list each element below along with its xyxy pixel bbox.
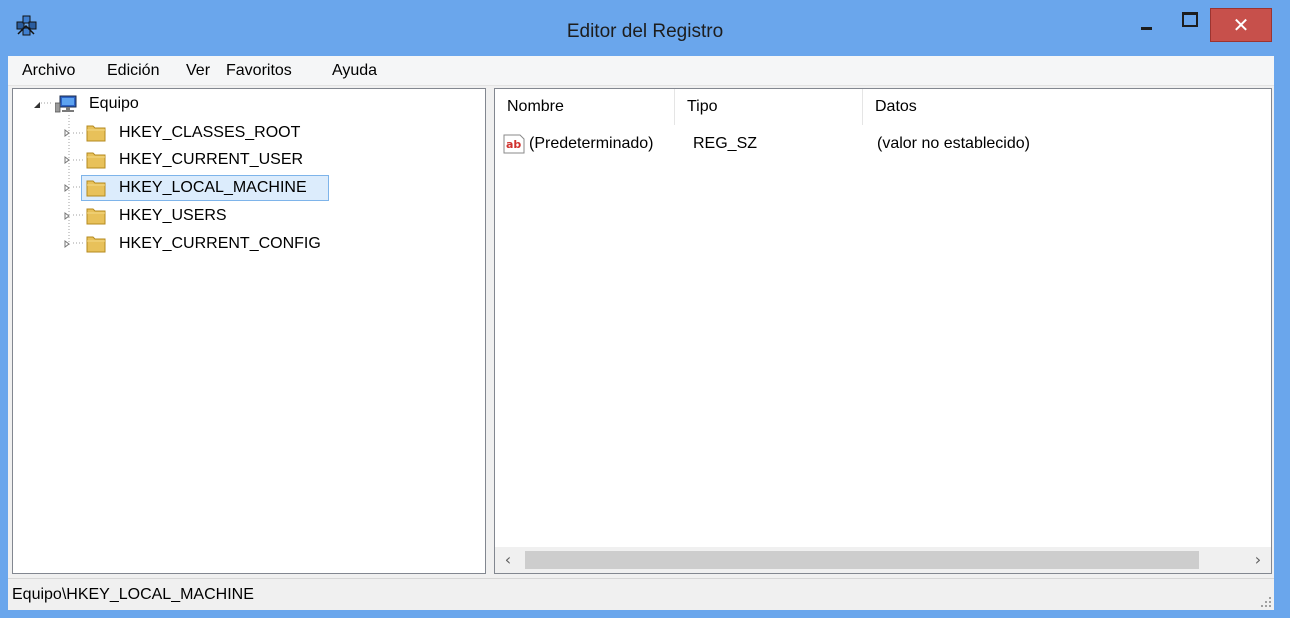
maximize-button[interactable] — [1170, 8, 1210, 42]
expand-arrow-icon[interactable] — [63, 129, 71, 137]
menu-ayuda[interactable]: Ayuda — [330, 56, 379, 86]
key-tree-pane[interactable]: Equipo HKEY_CLASSES_ROOT HKEY_CURRENT_US… — [12, 88, 486, 574]
value-data: (valor no establecido) — [877, 135, 1030, 152]
menu-favoritos[interactable]: Favoritos — [224, 56, 294, 86]
title-bar[interactable]: Editor del Registro ✕ — [0, 0, 1290, 56]
svg-text:ab: ab — [506, 138, 521, 151]
tree-item-hkey-classes-root[interactable]: HKEY_CLASSES_ROOT — [13, 120, 313, 146]
status-bar: Equipo\HKEY_LOCAL_MACHINE — [8, 578, 1274, 610]
minimize-button[interactable] — [1128, 8, 1168, 42]
value-type: REG_SZ — [693, 135, 758, 152]
tree-item-label: HKEY_CLASSES_ROOT — [119, 124, 301, 141]
string-value-icon: ab — [503, 134, 525, 154]
tree-item-label: HKEY_USERS — [119, 207, 227, 224]
close-button[interactable]: ✕ — [1210, 8, 1272, 42]
expand-arrow-icon[interactable] — [63, 156, 71, 164]
tree-item-equipo[interactable]: Equipo — [13, 91, 313, 117]
column-header-datos[interactable]: Datos — [863, 89, 1271, 125]
tree-item-label: HKEY_CURRENT_CONFIG — [119, 235, 321, 252]
scroll-right-arrow-icon[interactable]: › — [1245, 547, 1271, 573]
scroll-left-arrow-icon[interactable]: ‹ — [495, 547, 521, 573]
tree-item-hkey-current-config[interactable]: HKEY_CURRENT_CONFIG — [13, 231, 333, 257]
resize-grip-icon[interactable] — [1260, 596, 1272, 608]
tree-item-label: HKEY_LOCAL_MACHINE — [119, 179, 307, 196]
collapse-arrow-icon[interactable] — [33, 101, 41, 109]
close-icon: ✕ — [1232, 13, 1250, 37]
column-header-nombre[interactable]: Nombre — [495, 89, 675, 125]
menu-edicion[interactable]: Edición — [105, 56, 161, 86]
expand-arrow-icon[interactable] — [63, 184, 71, 192]
horizontal-scrollbar[interactable]: ‹ › — [495, 547, 1271, 573]
folder-icon — [86, 152, 106, 169]
value-name: (Predeterminado) — [529, 135, 654, 152]
tree-item-label: HKEY_CURRENT_USER — [119, 151, 304, 168]
column-header-tipo[interactable]: Tipo — [675, 89, 863, 125]
folder-icon — [86, 180, 106, 197]
window-title: Editor del Registro — [566, 21, 724, 42]
scrollbar-thumb[interactable] — [525, 551, 1199, 569]
expand-arrow-icon[interactable] — [63, 212, 71, 220]
menu-archivo[interactable]: Archivo — [20, 56, 77, 86]
list-item[interactable]: ab (Predeterminado) REG_SZ (valor no est… — [495, 129, 1271, 159]
folder-icon — [86, 125, 106, 142]
menu-ver[interactable]: Ver — [184, 56, 212, 86]
values-list-pane[interactable]: Nombre Tipo Datos ab (Predeterminado) RE… — [494, 88, 1272, 574]
tree-item-hkey-current-user[interactable]: HKEY_CURRENT_USER — [13, 147, 313, 173]
menu-bar: Archivo Edición Ver Favoritos Ayuda — [8, 56, 1274, 86]
folder-icon — [86, 236, 106, 253]
registry-editor-window: Editor del Registro ✕ Archivo Edición Ve… — [0, 0, 1290, 618]
tree-item-hkey-local-machine[interactable]: HKEY_LOCAL_MACHINE — [13, 175, 333, 201]
expand-arrow-icon[interactable] — [63, 240, 71, 248]
folder-icon — [86, 208, 106, 225]
tree-item-label: Equipo — [89, 95, 139, 112]
status-path: Equipo\HKEY_LOCAL_MACHINE — [12, 586, 254, 603]
computer-icon — [55, 95, 77, 113]
tree-item-hkey-users[interactable]: HKEY_USERS — [13, 203, 313, 229]
